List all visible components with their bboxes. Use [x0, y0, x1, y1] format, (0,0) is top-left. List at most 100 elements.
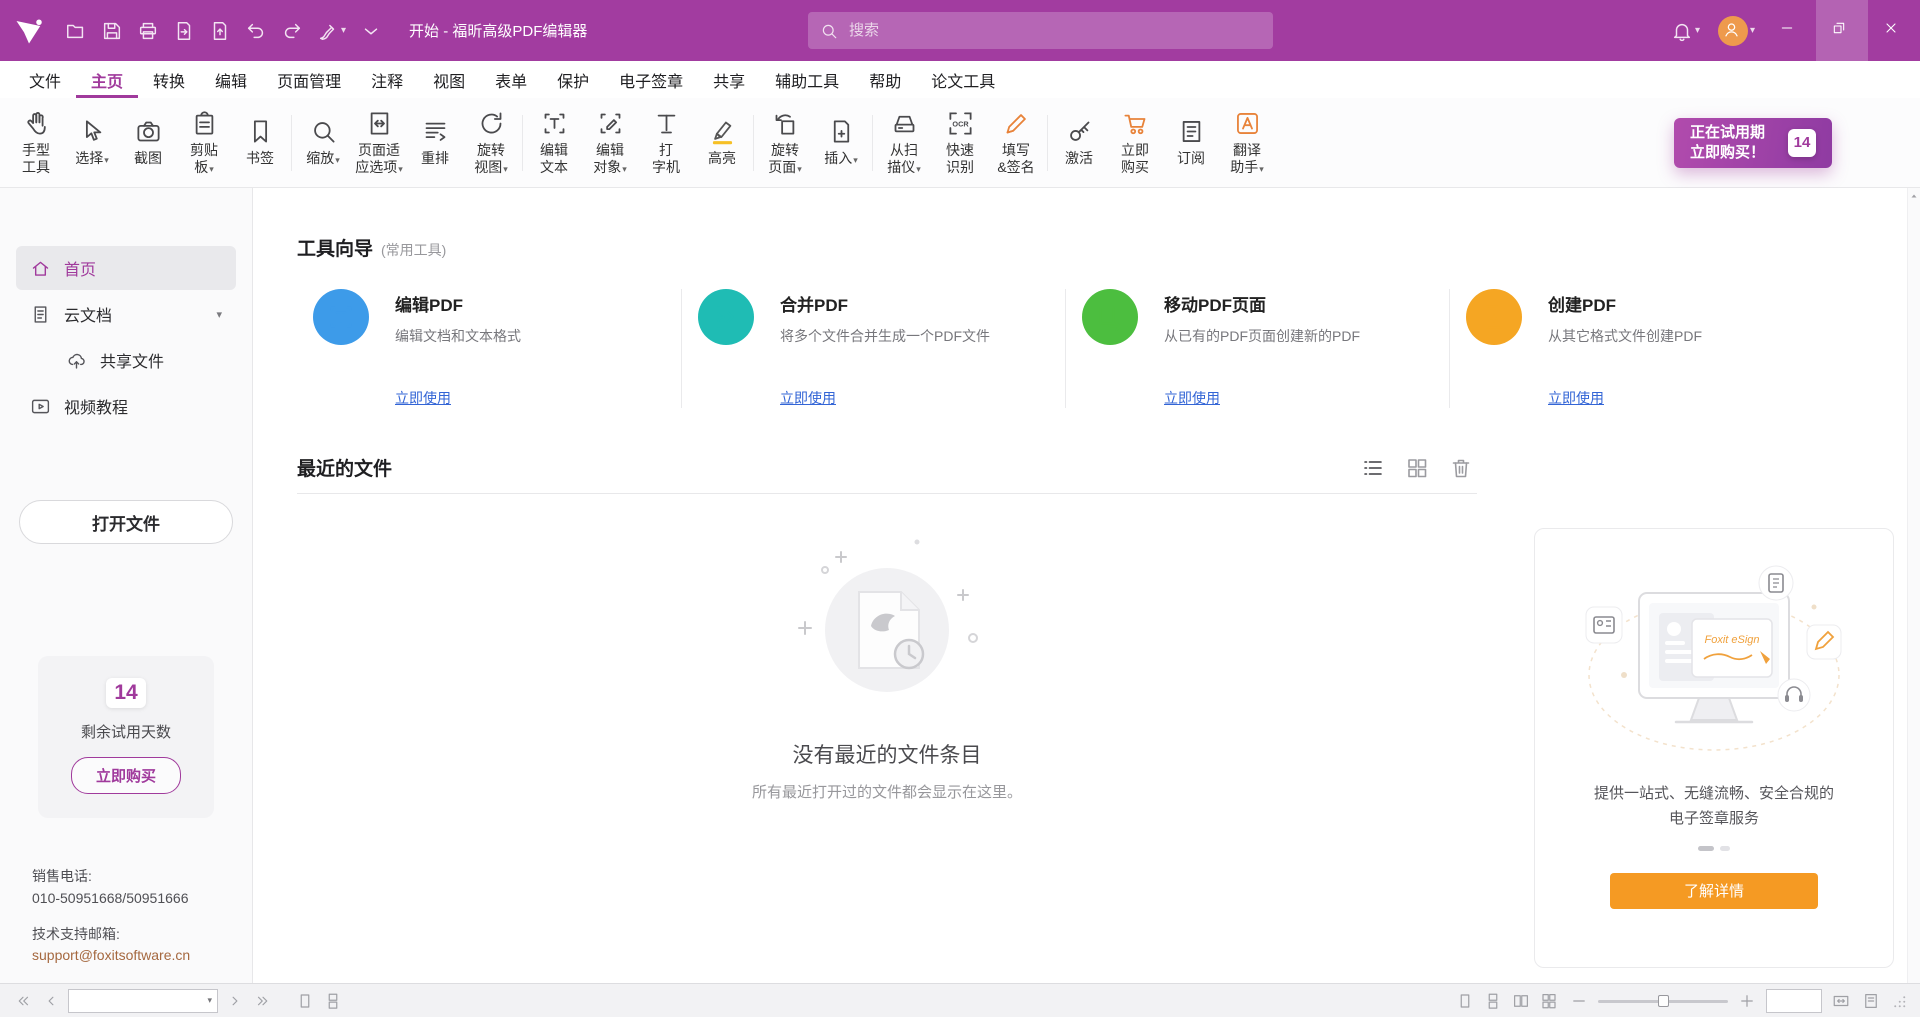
zoom-icon — [310, 118, 337, 145]
ribbon-tool[interactable]: 剪贴 板▾ — [176, 101, 232, 185]
chev-prev-icon[interactable] — [40, 990, 62, 1012]
page-single-icon[interactable] — [294, 990, 316, 1012]
carousel-dot[interactable] — [1698, 846, 1714, 851]
scrollbar[interactable] — [1907, 188, 1920, 983]
ribbon-tool[interactable]: 手型 工具 — [8, 101, 64, 185]
ribbon-tool[interactable]: 页面适 应选项▾ — [351, 101, 407, 185]
clear-recent-button[interactable] — [1449, 456, 1473, 480]
home-content: 工具向导 (常用工具) 编辑PDF 编辑文档和文本格式 立即使用 — [253, 188, 1920, 983]
quick-tool-button[interactable] — [204, 16, 236, 46]
carousel-dot[interactable] — [1720, 846, 1730, 851]
search-input[interactable] — [847, 21, 1261, 40]
ribbon-tool[interactable]: 插入▾ — [813, 101, 869, 185]
fit-width-button[interactable] — [1830, 990, 1852, 1012]
zoom-in-button[interactable] — [1736, 990, 1758, 1012]
chev-next-icon[interactable] — [224, 990, 246, 1012]
ribbon-tool[interactable]: 缩放▾ — [295, 101, 351, 185]
page-continuous-icon[interactable] — [1482, 990, 1504, 1012]
ribbon-tool[interactable]: 选择▾ — [64, 101, 120, 185]
close-button[interactable] — [1868, 0, 1920, 61]
menu-item[interactable]: 表单 — [480, 61, 542, 98]
zoom-slider[interactable] — [1598, 991, 1728, 1011]
ribbon-tool[interactable]: 立即 购买 — [1107, 101, 1163, 185]
quick-tool-button[interactable] — [355, 16, 387, 46]
minimize-button[interactable] — [1764, 0, 1816, 61]
quick-tool-button[interactable] — [168, 16, 200, 46]
quick-tool-button[interactable] — [240, 16, 272, 46]
quick-tool-button[interactable]: ▾ — [312, 16, 351, 46]
use-now-link[interactable]: 立即使用 — [1164, 388, 1220, 408]
use-now-link[interactable]: 立即使用 — [780, 388, 836, 408]
zoom-slider-thumb[interactable] — [1658, 995, 1669, 1007]
page-facing-icon[interactable] — [1510, 990, 1532, 1012]
chev-last-icon[interactable] — [252, 990, 274, 1012]
grid-view-button[interactable] — [1405, 456, 1429, 480]
quick-tool-button[interactable] — [132, 16, 164, 46]
quick-tool-button[interactable] — [96, 16, 128, 46]
ribbon-tool[interactable]: 高亮 — [694, 101, 750, 185]
menu-item[interactable]: 辅助工具 — [760, 61, 854, 98]
chev-first-icon[interactable] — [12, 990, 34, 1012]
ribbon-tool[interactable]: OCR 快速 识别 — [932, 101, 988, 185]
zoom-value-input[interactable] — [1767, 990, 1821, 1012]
ribbon-tool[interactable]: 订阅 — [1163, 101, 1219, 185]
zoom-value-box[interactable] — [1766, 989, 1822, 1013]
translate-icon — [1234, 110, 1261, 137]
menu-item[interactable]: 转换 — [138, 61, 200, 98]
ribbon-tool[interactable]: 从扫 描仪▾ — [876, 101, 932, 185]
menu-item[interactable]: 页面管理 — [262, 61, 356, 98]
menu-item[interactable]: 电子签章 — [604, 61, 698, 98]
ribbon-tool[interactable]: 编辑 对象▾ — [582, 101, 638, 185]
list-view-button[interactable] — [1361, 456, 1385, 480]
account-button[interactable]: ▾ — [1709, 0, 1764, 61]
page-number-input[interactable] — [69, 993, 207, 1008]
menu-item[interactable]: 保护 — [542, 61, 604, 98]
page-number-box[interactable]: ▾ — [68, 989, 218, 1013]
sidebar-item[interactable]: 云文档 ▾ — [16, 292, 236, 336]
doc-convert-icon — [173, 20, 195, 42]
ribbon-tool[interactable]: 书签 — [232, 101, 288, 185]
page-continuous-icon[interactable] — [322, 990, 344, 1012]
menu-item[interactable]: 注释 — [356, 61, 418, 98]
page-facing-continuous-icon[interactable] — [1538, 990, 1560, 1012]
quick-tool-button[interactable] — [276, 16, 308, 46]
restore-button[interactable] — [1816, 0, 1868, 61]
fit-page-button[interactable] — [1860, 990, 1882, 1012]
ribbon-tool[interactable]: 翻译 助手▾ — [1219, 101, 1275, 185]
sidebar-item[interactable]: 首页 — [16, 246, 236, 290]
menu-item[interactable]: 共享 — [698, 61, 760, 98]
quick-tool-button[interactable] — [60, 16, 92, 46]
open-file-button[interactable]: 打开文件 — [19, 500, 233, 544]
notifications-button[interactable]: ▾ — [1662, 0, 1709, 61]
page-single-icon[interactable] — [1454, 990, 1476, 1012]
chevron-down-icon[interactable]: ▾ — [207, 995, 217, 1006]
ribbon-tool[interactable]: 截图 — [120, 101, 176, 185]
menu-item[interactable]: 编辑 — [200, 61, 262, 98]
support-email-link[interactable]: support@foxitsoftware.cn — [32, 945, 190, 967]
scroll-up-icon[interactable] — [1908, 190, 1920, 203]
use-now-link[interactable]: 立即使用 — [395, 388, 451, 408]
menu-item[interactable]: 论文工具 — [916, 61, 1010, 98]
menu-item[interactable]: 视图 — [418, 61, 480, 98]
ribbon-tool[interactable]: 激活 — [1051, 101, 1107, 185]
sidebar-item[interactable]: 视频教程 — [16, 384, 236, 428]
ribbon-tool[interactable]: 旋转 页面▾ — [757, 101, 813, 185]
buy-now-button[interactable]: 立即购买 — [71, 757, 181, 794]
search-box[interactable] — [808, 12, 1273, 49]
learn-more-button[interactable]: 了解详情 — [1610, 873, 1818, 909]
subscribe-icon — [1178, 118, 1205, 145]
menu-item[interactable]: 帮助 — [854, 61, 916, 98]
ribbon-tool[interactable]: 编辑 文本 — [526, 101, 582, 185]
ribbon-tool[interactable]: 填写 &签名 — [988, 101, 1044, 185]
trial-banner[interactable]: 正在试用期 立即购买！ 14 — [1674, 118, 1832, 168]
menu-item[interactable]: 主页 — [76, 61, 138, 98]
ribbon-tool[interactable]: 旋转 视图▾ — [463, 101, 519, 185]
zoom-out-button[interactable] — [1568, 990, 1590, 1012]
ribbon-tool[interactable]: 重排 — [407, 101, 463, 185]
menu-item[interactable]: 文件 — [14, 61, 76, 98]
sidebar-item[interactable]: 共享文件 — [16, 338, 236, 382]
foxit-logo[interactable] — [14, 16, 44, 46]
ribbon-tool[interactable]: 打 字机 — [638, 101, 694, 185]
chevron-down-icon[interactable]: ▾ — [216, 308, 222, 321]
use-now-link[interactable]: 立即使用 — [1548, 388, 1604, 408]
